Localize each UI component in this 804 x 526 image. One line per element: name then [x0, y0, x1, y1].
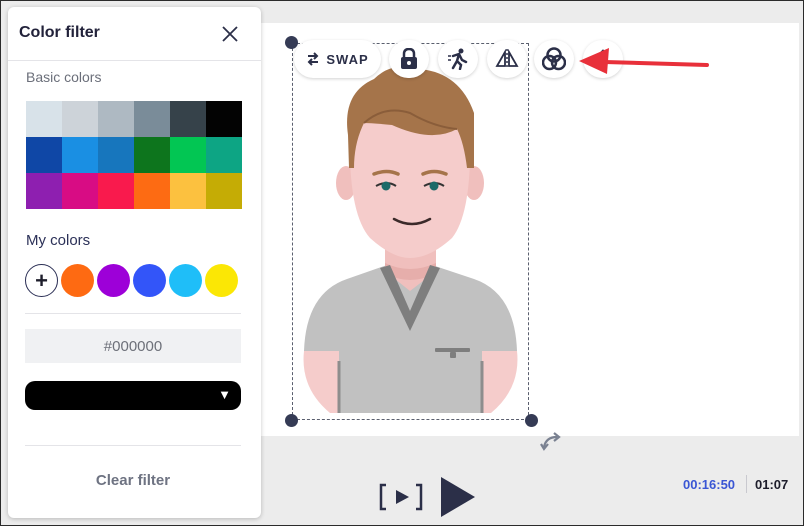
- rotate-icon[interactable]: [540, 429, 564, 453]
- color-swatch[interactable]: [206, 173, 242, 209]
- lock-button[interactable]: [389, 40, 429, 78]
- flip-button[interactable]: [487, 40, 527, 78]
- divider: [25, 445, 241, 446]
- color-swatch[interactable]: [170, 137, 206, 173]
- color-swatch[interactable]: [26, 137, 62, 173]
- time-separator: [746, 475, 747, 493]
- add-icon: +: [35, 267, 48, 293]
- color-swatch[interactable]: [62, 173, 98, 209]
- color-swatch[interactable]: [134, 137, 170, 173]
- hex-color-input[interactable]: [25, 329, 241, 363]
- swap-icon: [307, 52, 319, 66]
- my-color-swatch[interactable]: [205, 264, 238, 297]
- color-swatch[interactable]: [26, 173, 62, 209]
- color-filter-button[interactable]: [534, 40, 574, 78]
- color-swatch[interactable]: [98, 137, 134, 173]
- panel-title: Color filter: [19, 24, 100, 41]
- motion-button[interactable]: [438, 40, 478, 78]
- resize-handle-bottom-right[interactable]: [525, 414, 538, 427]
- color-swatch[interactable]: [98, 173, 134, 209]
- my-color-swatch[interactable]: [61, 264, 94, 297]
- color-mode-select[interactable]: ▼: [25, 381, 241, 410]
- my-color-swatch[interactable]: [169, 264, 202, 297]
- color-swatch[interactable]: [206, 101, 242, 137]
- add-color-button[interactable]: +: [25, 264, 58, 297]
- preview-icon[interactable]: [378, 480, 424, 514]
- basic-colors-grid: [26, 101, 242, 209]
- flip-icon: [495, 49, 519, 69]
- color-swatch[interactable]: [62, 137, 98, 173]
- clear-filter-button[interactable]: Clear filter: [45, 463, 221, 497]
- my-color-swatch[interactable]: [97, 264, 130, 297]
- current-time: 00:16:50: [683, 477, 736, 492]
- basic-colors-label: Basic colors: [26, 69, 102, 85]
- my-color-swatch[interactable]: [133, 264, 166, 297]
- motion-icon: [448, 48, 468, 70]
- color-swatch[interactable]: [62, 101, 98, 137]
- my-colors-row: +: [25, 264, 238, 297]
- color-swatch[interactable]: [206, 137, 242, 173]
- total-time: 01:07: [755, 477, 789, 492]
- color-swatch[interactable]: [26, 101, 62, 137]
- divider: [25, 313, 241, 314]
- color-swatch[interactable]: [170, 173, 206, 209]
- resize-handle-bottom-left[interactable]: [285, 414, 298, 427]
- swap-label: SWAP: [326, 51, 369, 67]
- color-swatch[interactable]: [98, 101, 134, 137]
- close-icon[interactable]: [221, 25, 239, 43]
- color-swatch[interactable]: [170, 101, 206, 137]
- my-colors-label: My colors: [26, 232, 91, 249]
- color-swatch[interactable]: [134, 101, 170, 137]
- color-swatch[interactable]: [134, 173, 170, 209]
- lock-icon: [401, 48, 417, 69]
- selection-box: [292, 43, 529, 420]
- color-filter-icon: [542, 47, 566, 71]
- color-filter-panel: Color filter Basic colors My colors + ▼ …: [8, 7, 261, 518]
- app-frame: SWAP Color filter Basic colors My colors…: [0, 0, 804, 526]
- swap-button[interactable]: SWAP: [294, 40, 381, 78]
- resize-handle-top-left[interactable]: [285, 36, 298, 49]
- annotation-arrow: [579, 48, 709, 74]
- divider: [8, 60, 261, 61]
- chevron-down-icon: ▼: [218, 387, 231, 402]
- play-icon[interactable]: [437, 475, 477, 519]
